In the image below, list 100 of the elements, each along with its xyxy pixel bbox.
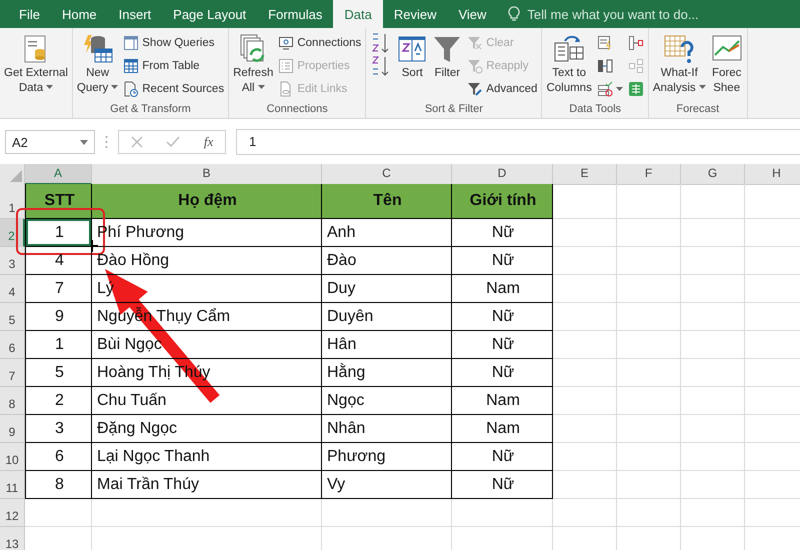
- row-header[interactable]: 11: [0, 471, 25, 499]
- column-header[interactable]: A: [25, 164, 92, 185]
- row-header[interactable]: 4: [0, 275, 25, 303]
- row-header[interactable]: 12: [0, 499, 25, 527]
- table-cell: Duy: [322, 275, 452, 303]
- row-header[interactable]: 1: [0, 184, 25, 219]
- column-header[interactable]: C: [322, 164, 452, 185]
- column-header[interactable]: F: [617, 164, 681, 185]
- ribbon-button[interactable]: Forec Shee: [708, 30, 745, 98]
- empty-cell: [553, 499, 617, 527]
- column-header[interactable]: G: [681, 164, 745, 185]
- table-cell: Anh: [322, 219, 452, 247]
- empty-cell: [553, 247, 617, 275]
- row-header[interactable]: 13: [0, 527, 25, 550]
- consolidate-icon: [628, 35, 644, 51]
- empty-cell: [617, 443, 681, 471]
- row-header[interactable]: 6: [0, 331, 25, 359]
- header-cell: Tên: [322, 184, 452, 219]
- table-icon: [123, 35, 140, 51]
- empty-cell: [617, 471, 681, 499]
- ribbon-button[interactable]: Get External Data: [2, 30, 70, 98]
- empty-cell: [681, 247, 745, 275]
- caret-icon: [80, 140, 88, 144]
- ribbon-tab[interactable]: View: [447, 0, 498, 28]
- column-header[interactable]: B: [92, 164, 322, 185]
- group-label: Connections: [266, 102, 329, 117]
- ribbon-button[interactable]: Connections: [276, 32, 364, 54]
- ribbon-button[interactable]: Text to Columns: [544, 30, 594, 98]
- row-header[interactable]: 9: [0, 415, 25, 443]
- row-header[interactable]: 10: [0, 443, 25, 471]
- empty-cell: [617, 387, 681, 415]
- table-cell: 2: [25, 387, 92, 415]
- empty-cell: [553, 443, 617, 471]
- table-cell: Đặng Ngọc: [92, 415, 322, 443]
- ribbon-button[interactable]: Sort: [395, 30, 430, 83]
- lightbulb-icon: [507, 6, 522, 22]
- caret-icon: [46, 85, 54, 90]
- empty-cell: [617, 331, 681, 359]
- table-cell: Mai Trần Thúy: [92, 471, 322, 499]
- table-cell: Duyên: [322, 303, 452, 331]
- tell-me-field[interactable]: Tell me what you want to do...: [525, 6, 760, 22]
- funnel-icon: [467, 58, 484, 74]
- ribbon-button[interactable]: Show Queries: [121, 32, 226, 54]
- empty-cell: [617, 359, 681, 387]
- group-label: Forecast: [675, 102, 720, 117]
- name-box[interactable]: A2: [5, 130, 95, 154]
- ribbon-button[interactable]: Refresh All: [231, 30, 276, 98]
- table-cell: 1: [25, 331, 92, 359]
- ribbon-tab[interactable]: Data: [333, 0, 383, 28]
- ribbon-button[interactable]: Filter: [430, 30, 464, 83]
- ribbon-button[interactable]: From Table: [121, 55, 226, 77]
- table-cell: 5: [25, 359, 92, 387]
- empty-cell: [681, 415, 745, 443]
- ribbon-tab[interactable]: Page Layout: [162, 0, 258, 28]
- insert-function-button[interactable]: fx: [204, 134, 214, 150]
- row-header[interactable]: 3: [0, 247, 25, 275]
- ribbon-button[interactable]: Advanced: [465, 78, 540, 100]
- empty-cell: [681, 499, 745, 527]
- empty-cell: [681, 219, 745, 247]
- ribbon-button[interactable]: Recent Sources: [121, 78, 226, 100]
- row-header[interactable]: 7: [0, 359, 25, 387]
- table-cell: Lại Ngọc Thanh: [92, 443, 322, 471]
- empty-cell: [553, 471, 617, 499]
- formula-field[interactable]: 1: [236, 129, 800, 155]
- empty-cell: [681, 471, 745, 499]
- ribbon-tab[interactable]: Formulas: [257, 0, 334, 28]
- flash-fill-icon: [596, 35, 613, 51]
- empty-cell: [553, 331, 617, 359]
- relationships-icon: [628, 58, 644, 74]
- empty-cell: [617, 415, 681, 443]
- table-cell: 1: [25, 219, 92, 247]
- filter-icon: [432, 34, 462, 64]
- ribbon-button[interactable]: What-If Analysis: [650, 30, 708, 98]
- header-cell: STT: [25, 184, 92, 219]
- sort-icon: [397, 34, 428, 64]
- row-header[interactable]: 8: [0, 387, 25, 415]
- table-cell: Vy: [322, 471, 452, 499]
- column-header[interactable]: D: [452, 164, 553, 185]
- row-header[interactable]: 2: [0, 219, 25, 247]
- ribbon-tab[interactable]: Review: [382, 0, 448, 28]
- table-cell: Nữ: [452, 247, 553, 275]
- column-header[interactable]: E: [553, 164, 617, 185]
- table-cell: Nhân: [322, 415, 452, 443]
- empty-cell: [553, 219, 617, 247]
- table-cell: Hằng: [322, 359, 452, 387]
- monitor-icon: [278, 35, 294, 51]
- empty-cell: [617, 303, 681, 331]
- empty-cell: [681, 331, 745, 359]
- empty-cell: [617, 499, 681, 527]
- empty-cell: [617, 275, 681, 303]
- funnel-icon: [467, 35, 484, 51]
- ribbon-button[interactable]: New Query: [74, 30, 120, 98]
- empty-cell: [553, 359, 617, 387]
- column-header[interactable]: H: [745, 164, 800, 185]
- ribbon-tab[interactable]: File: [8, 0, 51, 28]
- ribbon-tab[interactable]: Insert: [108, 0, 162, 28]
- ribbon-tab[interactable]: Home: [50, 0, 108, 28]
- row-header[interactable]: 5: [0, 303, 25, 331]
- check-icon[interactable]: [166, 136, 180, 148]
- table-cell: Ngọc: [322, 387, 452, 415]
